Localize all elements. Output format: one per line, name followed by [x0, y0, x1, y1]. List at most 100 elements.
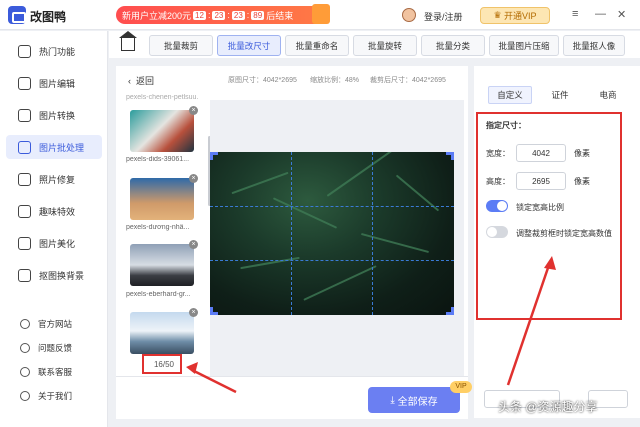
- tab-batch-crop[interactable]: 批量裁剪: [149, 35, 213, 56]
- sidebar-item-label: 图片批处理: [39, 142, 85, 153]
- thumbnail-caption: pexels-chenen-petlsuu...: [126, 94, 198, 101]
- counter-highlight-box: [142, 354, 182, 374]
- tab-batch-classify[interactable]: 批量分类: [421, 35, 485, 56]
- close-icon[interactable]: ✕: [617, 8, 626, 21]
- fire-icon: [18, 44, 31, 58]
- feedback-icon: [20, 343, 30, 353]
- remove-icon[interactable]: ×: [189, 106, 198, 115]
- tab-ecommerce[interactable]: 电商: [588, 86, 628, 104]
- remove-icon[interactable]: ×: [189, 240, 198, 249]
- preview-image[interactable]: [210, 152, 454, 315]
- tab-batch-portrait[interactable]: 批量抠人像: [563, 35, 625, 56]
- convert-icon: [18, 108, 31, 122]
- sidebar-item-cutout[interactable]: 抠图换背景: [6, 263, 102, 287]
- width-input[interactable]: 4042: [516, 144, 566, 162]
- sidebar-item-edit[interactable]: 图片编辑: [6, 71, 102, 95]
- thumbnail-caption: pexels-eberhard-gr...: [126, 291, 191, 298]
- remove-icon[interactable]: ×: [189, 308, 198, 317]
- remove-icon[interactable]: ×: [189, 174, 198, 183]
- website-icon: [20, 319, 30, 329]
- height-unit: 像素: [574, 177, 590, 186]
- promo-suffix: 后结束: [266, 10, 294, 21]
- sidebar-item-label: 趣味特效: [39, 206, 76, 217]
- sidebar-link-label: 官方网站: [38, 319, 73, 329]
- crop-handle-bottom-left[interactable]: [210, 307, 218, 315]
- sidebar-item-effects[interactable]: 趣味特效: [6, 199, 102, 223]
- vip-button[interactable]: ♛ 开通VIP: [480, 7, 550, 24]
- countdown-seconds: 23: [231, 10, 245, 20]
- back-button[interactable]: ‹ 返回: [128, 74, 154, 87]
- thumbnail-list: pexels-chenen-petlsuu... × pexels-dids-3…: [116, 94, 206, 374]
- tab-batch-rename[interactable]: 批量重命名: [285, 35, 349, 56]
- tab-id-photo[interactable]: 证件: [540, 86, 580, 104]
- gift-icon[interactable]: [312, 4, 330, 24]
- watermark-text: 头条 @资源趣分享: [498, 400, 598, 414]
- crop-handle-top-left[interactable]: [210, 152, 218, 160]
- tool-tabs: 批量裁剪 批量改尺寸 批量重命名 批量旋转 批量分类 批量图片压缩 批量抠人像: [109, 31, 640, 58]
- app-logo: [8, 6, 26, 24]
- effect-icon: [18, 204, 31, 218]
- avatar[interactable]: [402, 8, 416, 22]
- sidebar-link-label: 问题反馈: [38, 343, 73, 353]
- login-link[interactable]: 登录/注册: [424, 10, 463, 23]
- tab-batch-rotate[interactable]: 批量旋转: [353, 35, 417, 56]
- width-unit: 像素: [574, 149, 590, 158]
- height-label: 高度：: [486, 177, 510, 186]
- thumbnail-image[interactable]: ×: [130, 240, 198, 286]
- thumbnail-image[interactable]: ×: [130, 106, 198, 152]
- tab-batch-compress[interactable]: 批量图片压缩: [489, 35, 559, 56]
- sidebar-link-label: 联系客服: [38, 367, 73, 377]
- crop-handle-top-right[interactable]: [446, 152, 454, 160]
- photo-fix-icon: [18, 172, 31, 186]
- height-input[interactable]: 2695: [516, 172, 566, 190]
- lock-crop-toggle[interactable]: [486, 226, 508, 238]
- sidebar-link-about[interactable]: 关于我们: [6, 387, 102, 405]
- sidebar-link-label: 关于我们: [38, 391, 73, 401]
- sidebar-item-hot[interactable]: 热门功能: [6, 39, 102, 63]
- cropped-size: 裁剪后尺寸：4042*2695: [370, 77, 446, 84]
- app-name: 改图鸭: [30, 10, 67, 24]
- batch-icon: [18, 140, 31, 154]
- thumbnail-image[interactable]: ×: [130, 308, 198, 354]
- edit-icon: [18, 76, 31, 90]
- support-icon: [20, 367, 30, 377]
- thumbnail-image[interactable]: ×: [130, 174, 198, 220]
- home-icon[interactable]: [119, 31, 137, 51]
- sidebar-item-label: 照片修复: [39, 174, 76, 185]
- thumbnail-caption: pexels-dương-nhâ...: [126, 224, 190, 231]
- sidebar-item-batch[interactable]: 图片批处理: [6, 135, 102, 159]
- size-title: 指定尺寸：: [486, 121, 526, 130]
- sidebar-item-label: 图片转换: [39, 110, 76, 121]
- sidebar-item-label: 抠图换背景: [39, 270, 85, 281]
- menu-icon[interactable]: ≡: [572, 8, 578, 20]
- about-icon: [20, 391, 30, 401]
- minimize-icon[interactable]: —: [595, 8, 606, 20]
- tab-custom[interactable]: 自定义: [488, 86, 532, 104]
- back-label: 返回: [136, 76, 155, 86]
- size-settings-highlight: 指定尺寸： 宽度： 4042 像素 高度： 2695 像素 锁定宽高比例 调整裁…: [476, 112, 622, 320]
- sidebar-item-beautify[interactable]: 图片美化: [6, 231, 102, 255]
- sidebar-item-label: 热门功能: [39, 46, 76, 57]
- tab-batch-resize[interactable]: 批量改尺寸: [217, 35, 281, 56]
- promo-banner[interactable]: 新用户立减200元 12: 23: 23: 89 后结束: [116, 6, 326, 24]
- crop-handle-bottom-right[interactable]: [446, 307, 454, 315]
- promo-text: 新用户立减200元: [122, 10, 192, 21]
- save-all-label: 全部保存: [397, 396, 438, 408]
- lock-crop-label: 调整裁剪框时锁定宽高数值: [516, 229, 612, 238]
- vip-badge: VIP: [450, 381, 472, 393]
- vip-label: 开通VIP: [504, 11, 537, 21]
- sidebar-item-label: 图片美化: [39, 238, 76, 249]
- lock-ratio-toggle[interactable]: [486, 200, 508, 212]
- width-label: 宽度：: [486, 149, 510, 158]
- countdown-minutes: 23: [212, 10, 226, 20]
- sidebar-link-feedback[interactable]: 问题反馈: [6, 339, 102, 357]
- sidebar-link-support[interactable]: 联系客服: [6, 363, 102, 381]
- thumbnail-caption: pexels-dids-39061...: [126, 156, 190, 163]
- countdown-hours: 12: [193, 10, 206, 20]
- sidebar-link-website[interactable]: 官方网站: [6, 315, 102, 333]
- sidebar-item-convert[interactable]: 图片转换: [6, 103, 102, 127]
- cutout-icon: [18, 268, 31, 282]
- original-size: 原图尺寸：4042*2695: [228, 77, 297, 84]
- save-all-button[interactable]: ⤓ 全部保存: [368, 387, 460, 413]
- sidebar-item-photo-fix[interactable]: 照片修复: [6, 167, 102, 191]
